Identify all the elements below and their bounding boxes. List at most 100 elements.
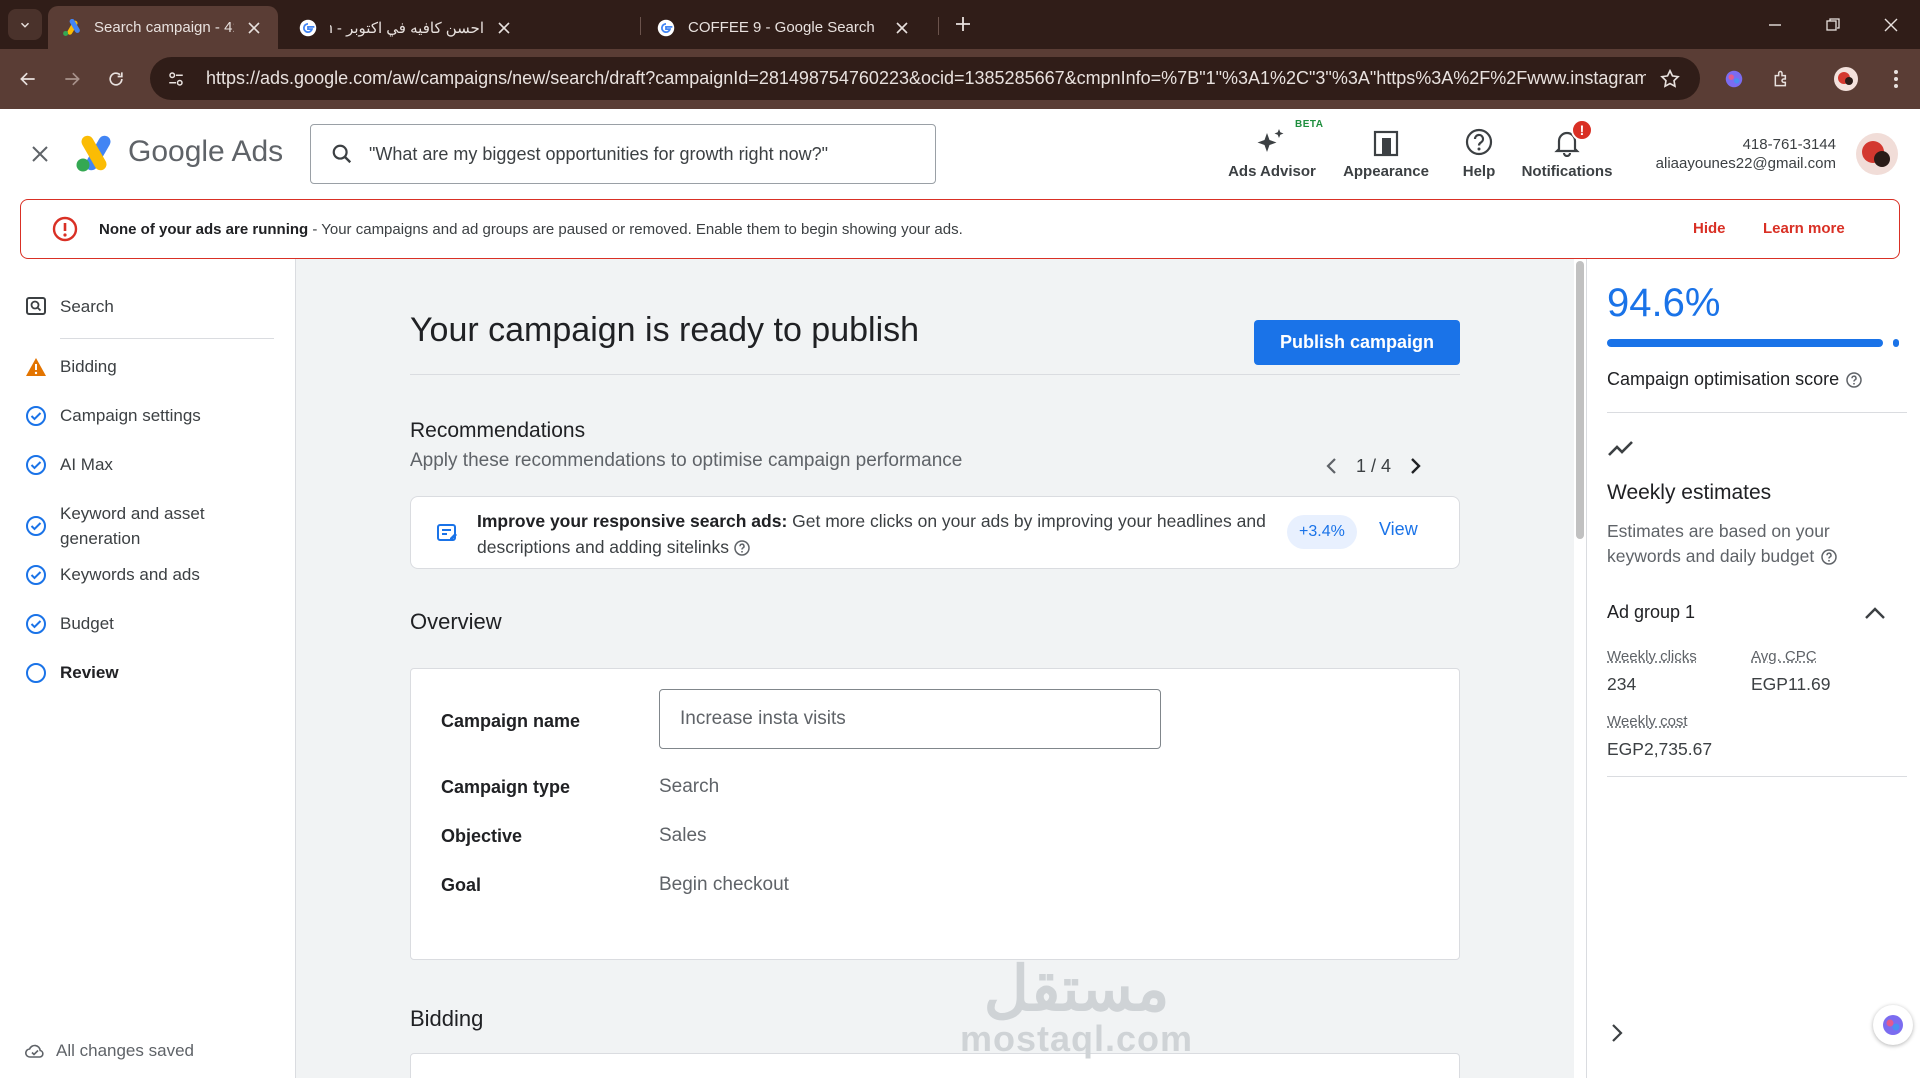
panel-divider [1607,776,1907,777]
scrollbar-thumb[interactable] [1576,261,1584,539]
ads-search-input[interactable]: "What are my biggest opportunities for g… [310,124,936,184]
close-tab-icon[interactable] [244,18,264,38]
reload-icon [109,72,123,86]
check-circle-icon [24,563,48,587]
close-tab-icon[interactable] [892,18,912,38]
alert-learn-more-link[interactable]: Learn more [1763,220,1845,237]
campaign-type-value: Search [659,776,720,797]
help-outline-icon[interactable] [1820,548,1838,566]
alert-hide-link[interactable]: Hide [1693,220,1726,237]
warning-icon [24,355,48,379]
profile-button[interactable] [1830,63,1862,95]
restore-icon [1826,18,1840,31]
main-content: Your campaign is ready to publish Publis… [296,259,1574,1078]
next-recommendation-button[interactable] [1401,452,1429,480]
google-icon [298,18,318,38]
watermark-arabic: مستقل [983,955,1170,1024]
browser-tab[interactable]: COFFEE 9 - Google Search [642,6,926,49]
google-ads-icon [62,18,82,38]
nav-item-ai-max[interactable]: AI Max [24,453,113,477]
nav-item-label: Search [60,297,114,316]
score-label-row: Campaign optimisation score [1607,369,1863,390]
ad-group-collapse-button[interactable] [1859,597,1891,629]
close-campaign-button[interactable] [24,138,56,170]
weekly-clicks-label[interactable]: Weekly clicks [1607,648,1697,665]
search-icon [24,295,48,319]
new-tab-button[interactable] [950,11,976,37]
beta-badge: BETA [1295,119,1324,130]
check-circle-icon [24,453,48,477]
gemini-icon [1883,1015,1903,1035]
nav-item-search[interactable]: Search [24,295,114,319]
nav-item-campaign-settings[interactable]: Campaign settings [24,404,201,428]
objective-label: Objective [441,826,523,846]
gemini-icon [1725,70,1743,88]
notifications-button[interactable]: ! Notifications [1520,119,1614,187]
ad-edit-icon [435,521,459,545]
save-status: All changes saved [24,1040,194,1062]
appearance-icon [1372,121,1400,157]
help-outline-icon[interactable] [1845,371,1863,389]
nav-item-label: Review [60,663,119,682]
nav-item-review[interactable]: Review [24,661,119,685]
help-outline-icon[interactable] [733,539,751,557]
nav-item-keywords-and-ads[interactable]: Keywords and ads [24,563,200,587]
browser-tab[interactable]: احسن كافيه في اكتوبر - Google Search [284,6,528,49]
nav-item-keyword-asset-generation[interactable]: Keyword and asset generation [24,501,264,551]
check-circle-icon [24,404,48,428]
alert-message: None of your ads are running - Your camp… [99,221,963,238]
score-label: Campaign optimisation score [1607,369,1840,389]
forward-button[interactable] [56,63,88,95]
recommendations-heading: Recommendations [410,419,586,442]
tab-separator [640,17,641,35]
help-label: Help [1462,163,1496,180]
puzzle-icon [1774,70,1787,87]
previous-recommendation-button[interactable] [1318,452,1346,480]
weekly-cost-value: EGP2,735.67 [1607,739,1713,759]
plus-icon [956,17,970,31]
profile-avatar-icon [1834,67,1858,91]
view-recommendation-link[interactable]: View [1379,519,1418,540]
trending-up-icon [1608,441,1633,456]
bell-icon: ! [1553,119,1593,157]
extensions-button[interactable] [1766,63,1798,95]
site-info-icon[interactable] [160,63,192,95]
weekly-estimates-text: Estimates are based on your keywords and… [1607,521,1830,566]
restore-button[interactable] [1818,10,1848,40]
ads-advisor-button[interactable]: BETA Ads Advisor [1222,119,1323,187]
bookmark-star-icon[interactable] [1654,63,1686,95]
gemini-button[interactable] [1718,63,1750,95]
close-window-button[interactable] [1876,10,1906,40]
avatar[interactable] [1856,133,1898,175]
score-progress-end [1893,339,1899,347]
overview-card: Campaign name Increase insta visits Camp… [410,668,1460,960]
tab-title: احسن كافيه في اكتوبر - Google Search [330,19,484,37]
browser-tab-active[interactable]: Search campaign - 418-761-3144 [48,6,278,49]
publish-campaign-button[interactable]: Publish campaign [1254,320,1460,365]
goal-value: Begin checkout [659,874,789,895]
back-button[interactable] [12,63,44,95]
gemini-assistant-button[interactable] [1873,1005,1913,1045]
help-button[interactable]: Help [1456,121,1502,187]
browser-menu-button[interactable] [1880,63,1912,95]
sparkle-icon: BETA [1257,119,1323,157]
weekly-cost-label[interactable]: Weekly cost [1607,713,1688,730]
reload-button[interactable] [100,63,132,95]
main-scrollbar[interactable] [1574,259,1586,1078]
campaign-name-label: Campaign name [441,711,581,731]
browser-toolbar: https://ads.google.com/aw/campaigns/new/… [0,49,1920,109]
avg-cpc-label[interactable]: Avg. CPC [1751,648,1817,665]
score-progress-bar [1607,339,1883,347]
tab-search-dropdown[interactable] [8,9,42,40]
minimize-button[interactable] [1760,10,1790,40]
account-info[interactable]: 418-761-3144 aliaayounes22@gmail.com [1656,135,1836,173]
recommendation-card[interactable]: Improve your responsive search ads: Get … [410,496,1460,569]
campaign-name-field[interactable]: Increase insta visits [659,689,1161,749]
close-tab-icon[interactable] [494,18,514,38]
nav-item-budget[interactable]: Budget [24,612,114,636]
nav-item-bidding[interactable]: Bidding [24,355,117,379]
brand-google: Google [128,135,225,168]
appearance-button[interactable]: Appearance [1340,121,1432,187]
panel-expand-button[interactable] [1603,1019,1631,1047]
address-bar[interactable]: https://ads.google.com/aw/campaigns/new/… [150,57,1700,100]
